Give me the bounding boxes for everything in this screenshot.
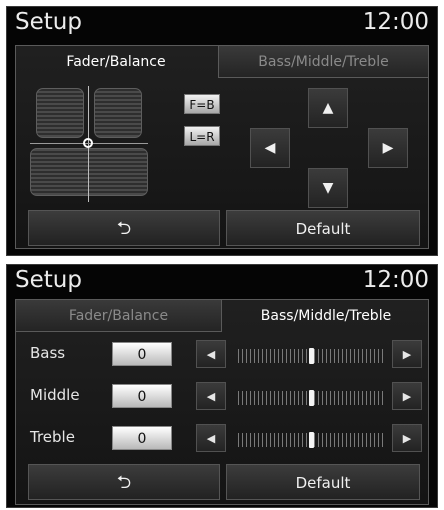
rear-seat-icon [30,148,148,196]
default-button[interactable]: Default [226,210,420,246]
top-bar: Setup 12:00 [7,7,437,41]
left-arrow-icon: ◀ [206,347,216,361]
balance-center-button[interactable]: L=R [184,126,220,146]
right-arrow-icon: ▶ [382,140,394,156]
middle-decrease-button[interactable]: ◀ [196,382,226,410]
bass-increase-button[interactable]: ▶ [392,340,422,368]
treble-increase-button[interactable]: ▶ [392,424,422,452]
back-arrow-icon: ⮌ [116,472,132,493]
down-arrow-icon: ▼ [322,180,334,196]
balance-right-button[interactable]: ▶ [368,128,408,168]
fader-down-button[interactable]: ▼ [308,168,348,208]
settings-panel: Fader/Balance Bass/Middle/Treble F=B L=R… [15,45,429,249]
right-arrow-icon: ▶ [402,347,412,361]
bass-slider[interactable] [238,348,384,364]
front-right-seat-icon [94,88,142,138]
right-arrow-icon: ▶ [402,431,412,445]
middle-label: Middle [30,386,80,404]
screen-title: Setup [15,9,82,35]
bass-slider-thumb[interactable] [308,348,314,364]
middle-value: 0 [112,384,172,408]
back-button[interactable]: ⮌ [28,464,220,500]
treble-label: Treble [30,428,75,446]
seat-diagram[interactable] [30,86,162,202]
left-arrow-icon: ◀ [264,140,276,156]
tab-bass-middle-treble[interactable]: Bass/Middle/Treble [224,300,428,332]
tab-fader-balance[interactable]: Fader/Balance [16,300,222,332]
balance-position-marker[interactable] [83,138,93,148]
left-arrow-icon: ◀ [206,431,216,445]
middle-increase-button[interactable]: ▶ [392,382,422,410]
right-arrow-icon: ▶ [402,389,412,403]
left-arrow-icon: ◀ [206,389,216,403]
middle-slider-thumb[interactable] [308,390,314,406]
balance-left-button[interactable]: ◀ [250,128,290,168]
bass-decrease-button[interactable]: ◀ [196,340,226,368]
screen-title: Setup [15,267,82,293]
bass-value: 0 [112,342,172,366]
tab-fader-balance[interactable]: Fader/Balance [16,46,216,78]
clock: 12:00 [362,9,429,35]
up-arrow-icon: ▲ [322,100,334,116]
setup-screen-bass-middle-treble: Setup 12:00 Fader/Balance Bass/Middle/Tr… [6,264,438,508]
settings-panel: Fader/Balance Bass/Middle/Treble Bass 0 … [15,299,429,505]
back-arrow-icon: ⮌ [116,218,132,239]
treble-slider-thumb[interactable] [308,432,314,448]
fader-center-button[interactable]: F=B [184,94,220,114]
treble-decrease-button[interactable]: ◀ [196,424,226,452]
back-button[interactable]: ⮌ [28,210,220,246]
treble-value: 0 [112,426,172,450]
default-button[interactable]: Default [226,464,420,500]
setup-screen-fader-balance: Setup 12:00 Fader/Balance Bass/Middle/Tr… [6,6,438,256]
treble-slider[interactable] [238,432,384,448]
top-bar: Setup 12:00 [7,265,437,299]
tab-bass-middle-treble[interactable]: Bass/Middle/Treble [218,46,428,78]
clock: 12:00 [362,267,429,293]
front-left-seat-icon [36,88,84,138]
middle-slider[interactable] [238,390,384,406]
bass-label: Bass [30,344,66,362]
fader-up-button[interactable]: ▲ [308,88,348,128]
